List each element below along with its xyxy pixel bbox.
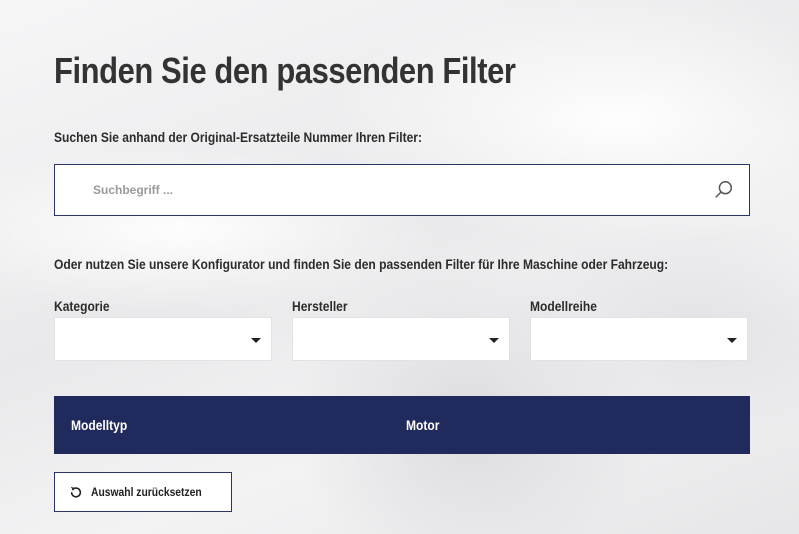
category-select[interactable] <box>54 317 272 361</box>
reset-selection-button[interactable]: Auswahl zurücksetzen <box>54 472 232 512</box>
reset-selection-label: Auswahl zurücksetzen <box>91 485 202 499</box>
search-input[interactable] <box>55 164 713 216</box>
chevron-down-icon <box>489 338 499 343</box>
model-series-select[interactable] <box>530 317 748 361</box>
chevron-down-icon <box>727 338 737 343</box>
column-header-engine: Motor <box>406 417 440 433</box>
category-label: Kategorie <box>54 298 110 314</box>
page-title: Finden Sie den passenden Filter <box>54 50 516 91</box>
results-table-header: Modelltyp Motor <box>54 396 750 454</box>
configurator-intro: Oder nutzen Sie unsere Konfigurator und … <box>54 256 669 272</box>
manufacturer-label: Hersteller <box>292 298 348 314</box>
reset-icon <box>70 486 82 498</box>
column-header-model-type: Modelltyp <box>71 417 128 433</box>
model-series-label: Modellreihe <box>530 298 597 314</box>
search-box <box>54 164 750 216</box>
manufacturer-select[interactable] <box>292 317 510 361</box>
chevron-down-icon <box>251 338 261 343</box>
search-label: Suchen Sie anhand der Original-Ersatztei… <box>54 129 422 145</box>
search-icon[interactable] <box>713 179 735 201</box>
